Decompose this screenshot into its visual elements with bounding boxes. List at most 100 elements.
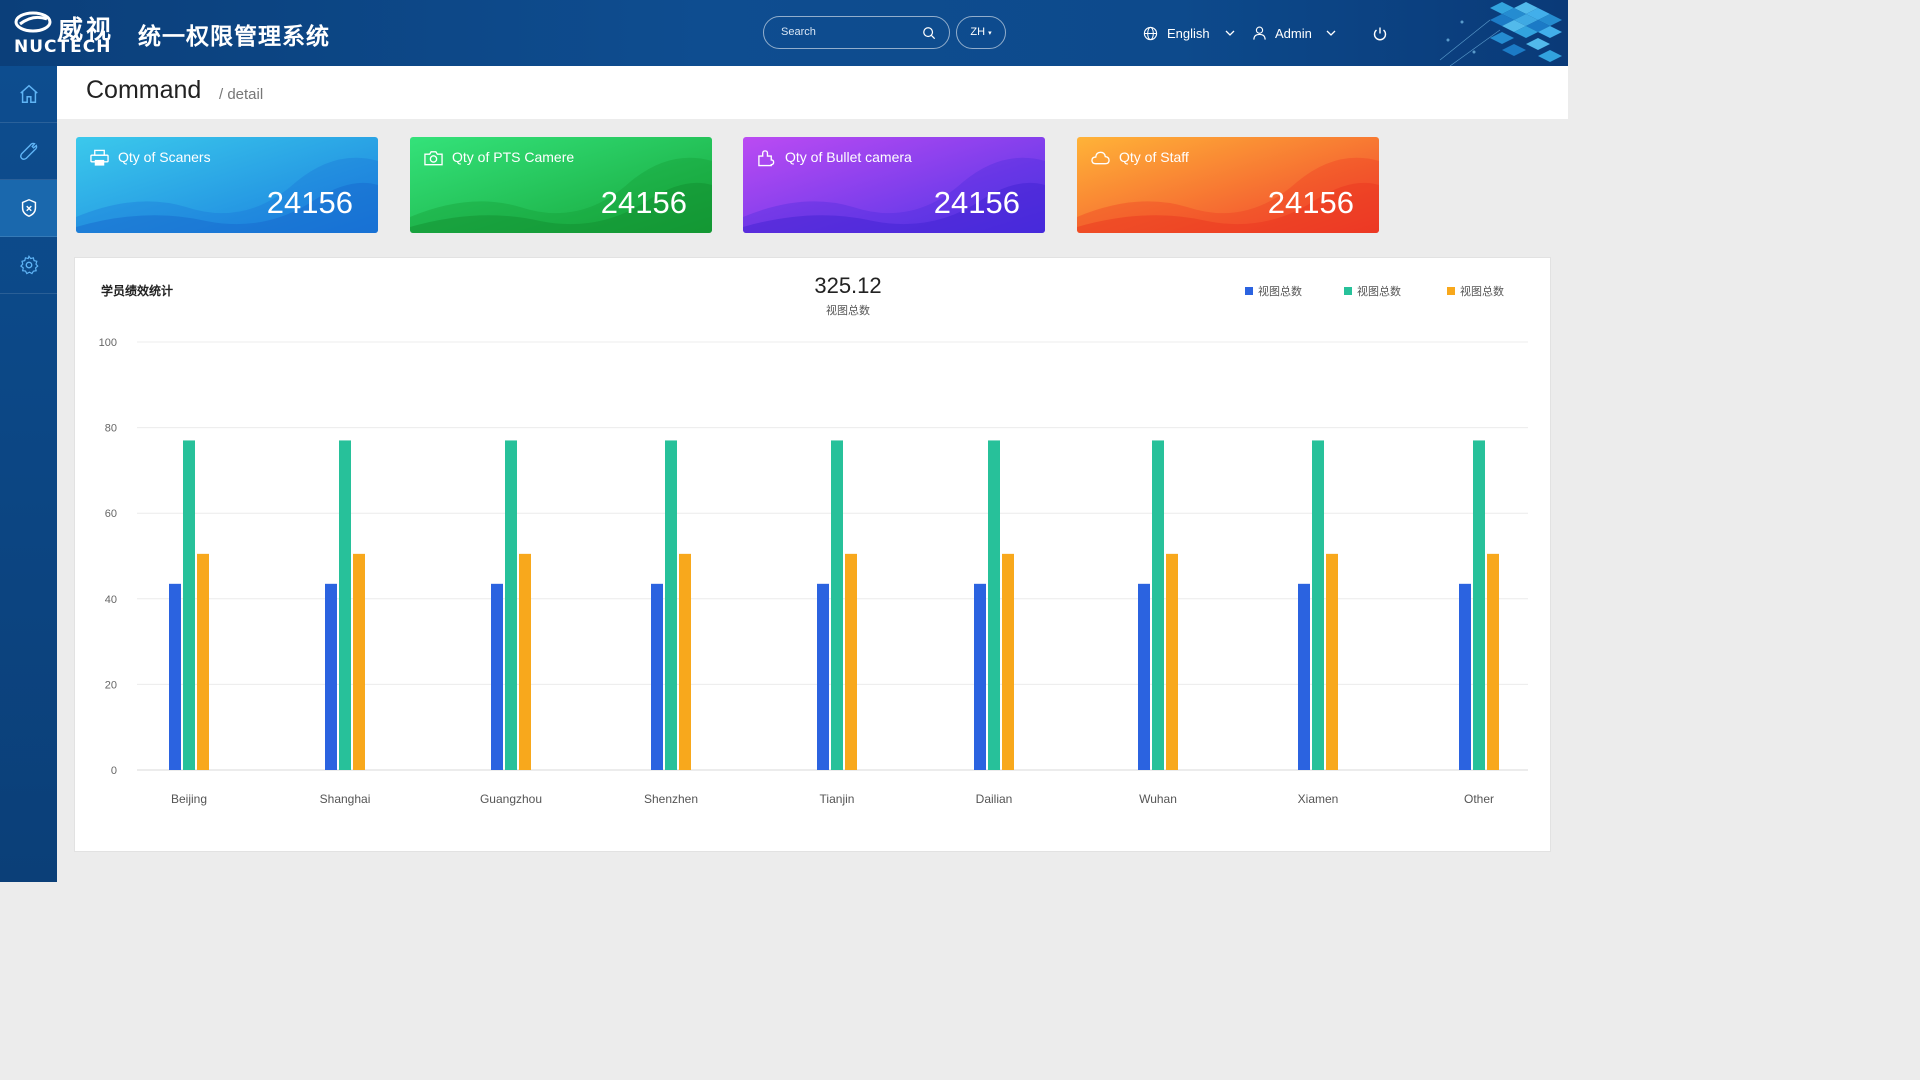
bar[interactable] (1473, 440, 1485, 770)
x-tick-label: Dailian (976, 792, 1013, 806)
x-tick-label: Beijing (171, 792, 207, 806)
bar[interactable] (491, 583, 503, 770)
breadcrumb[interactable]: / detail (219, 86, 263, 103)
card-value: 24156 (266, 185, 353, 220)
card-label: Qty of Bullet camera (785, 149, 912, 165)
bar[interactable] (169, 583, 181, 770)
tools-icon (19, 142, 37, 160)
globe-icon (1143, 26, 1158, 41)
card-label: Qty of Staff (1119, 149, 1189, 165)
power-icon[interactable] (1372, 26, 1388, 42)
bar[interactable] (339, 440, 351, 770)
decorative-cubes-graphic (1439, 2, 1562, 66)
bar[interactable] (1312, 440, 1324, 770)
bar[interactable] (988, 440, 1000, 770)
top-header: 威视 NUCTECH 统一权限管理系统 Search ZH ▾ English … (0, 0, 1568, 66)
legend-label: 视图总数 (1258, 285, 1302, 298)
chart-panel: 0 20 40 60 80 100 Beijing Shanghai Guangzhou Shen… (74, 257, 1551, 852)
bar[interactable] (1487, 553, 1499, 770)
chevron-down-icon (1225, 30, 1235, 36)
search-icon[interactable] (922, 26, 936, 40)
bar[interactable] (1002, 553, 1014, 770)
sidebar (0, 66, 57, 882)
x-tick-label: Guangzhou (480, 792, 542, 806)
y-tick-label: 100 (99, 337, 117, 349)
page-title: Command (86, 76, 202, 104)
bar[interactable] (1459, 583, 1471, 770)
chart-title: 学员绩效统计 (101, 284, 174, 298)
sidebar-item-security[interactable] (0, 180, 57, 237)
legend-item[interactable]: 视图总数 (1344, 283, 1401, 299)
bar[interactable] (651, 583, 663, 770)
bar[interactable] (831, 440, 843, 770)
logo-english-text: NUCTECH (14, 37, 112, 57)
shield-icon (21, 198, 36, 218)
legend-item[interactable]: 视图总数 (1447, 283, 1504, 299)
search-input[interactable]: Search (763, 16, 950, 49)
page-header: Command / detail (57, 66, 1568, 119)
logo-mark-icon (14, 11, 52, 33)
x-tick-label: Shanghai (320, 792, 371, 806)
bar[interactable] (665, 440, 677, 770)
stat-card-staff[interactable]: Qty of Staff 24156 (1077, 137, 1379, 233)
y-tick-label: 0 (111, 765, 117, 777)
legend-label: 视图总数 (1460, 285, 1504, 298)
user-name: Admin (1275, 26, 1312, 41)
bar[interactable] (325, 583, 337, 770)
bar[interactable] (183, 440, 195, 770)
app-title: 统一权限管理系统 (138, 24, 330, 50)
user-icon (1253, 26, 1266, 40)
bar[interactable] (353, 553, 365, 770)
search-placeholder: Search (781, 26, 816, 38)
stat-card-scanners[interactable]: Qty of Scaners 24156 (76, 137, 378, 233)
legend-swatch (1344, 287, 1352, 295)
kpi-label: 视图总数 (826, 304, 870, 317)
caret-down-icon: ▾ (988, 30, 992, 37)
bar[interactable] (1326, 553, 1338, 770)
sidebar-item-tools[interactable] (0, 123, 57, 180)
card-value: 24156 (933, 185, 1020, 220)
bar[interactable] (1152, 440, 1164, 770)
stat-card-bullet-camera[interactable]: Qty of Bullet camera 24156 (743, 137, 1045, 233)
bar[interactable] (817, 583, 829, 770)
bar[interactable] (197, 553, 209, 770)
y-tick-label: 80 (105, 423, 117, 435)
bar[interactable] (1138, 583, 1150, 770)
y-tick-label: 40 (105, 594, 117, 606)
legend-item[interactable]: 视图总数 (1245, 283, 1302, 299)
x-tick-label: Shenzhen (644, 792, 698, 806)
legend-swatch (1245, 287, 1253, 295)
legend-swatch (1447, 287, 1455, 295)
card-value: 24156 (600, 185, 687, 220)
sidebar-item-settings[interactable] (0, 237, 57, 294)
brand-logo[interactable]: 威视 NUCTECH (14, 8, 118, 58)
bar[interactable] (1166, 553, 1178, 770)
kpi-value: 325.12 (814, 273, 882, 298)
x-tick-label: Wuhan (1139, 792, 1177, 806)
bar[interactable] (974, 583, 986, 770)
camera-icon (424, 151, 443, 166)
bar[interactable] (679, 553, 691, 770)
bar[interactable] (519, 553, 531, 770)
printer-icon (90, 149, 109, 166)
stat-card-pts-camera[interactable]: Qty of PTS Camere 24156 (410, 137, 712, 233)
puzzle-icon (758, 150, 775, 167)
bar[interactable] (845, 553, 857, 770)
bar-chart: 0 20 40 60 80 100 Beijing Shanghai Guangzhou Shen… (99, 337, 1528, 806)
x-tick-label: Tianjin (820, 792, 855, 806)
sidebar-item-home[interactable] (0, 66, 57, 123)
bar[interactable] (505, 440, 517, 770)
language-switch-pill[interactable]: ZH ▾ (956, 16, 1006, 49)
y-tick-label: 20 (105, 679, 117, 691)
language-label: English (1167, 26, 1210, 41)
legend-label: 视图总数 (1357, 285, 1401, 298)
card-label: Qty of Scaners (118, 149, 211, 165)
bar[interactable] (1298, 583, 1310, 770)
language-pill-label: ZH (970, 26, 986, 38)
gear-icon (19, 255, 39, 275)
chevron-down-icon (1326, 30, 1336, 36)
card-label: Qty of PTS Camere (452, 149, 575, 165)
x-tick-label: Xiamen (1298, 792, 1339, 806)
y-tick-label: 60 (105, 508, 117, 520)
card-value: 24156 (1267, 185, 1354, 220)
